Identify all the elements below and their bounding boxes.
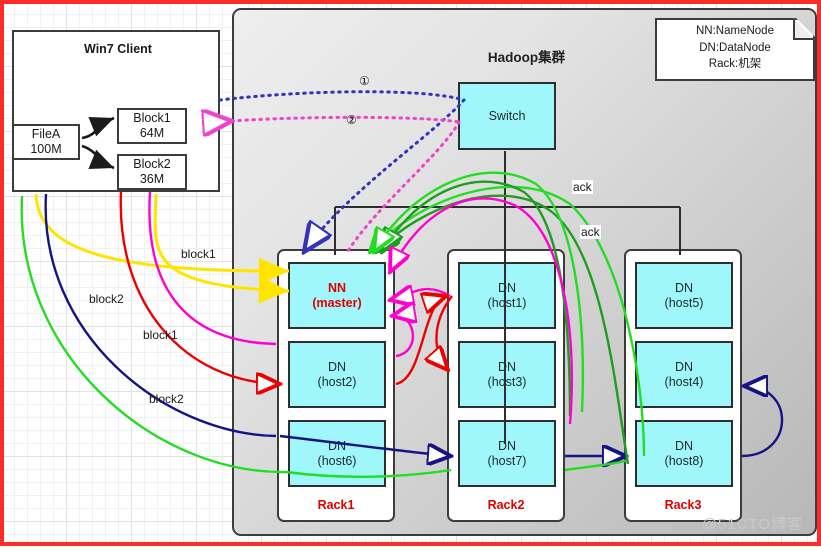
block2-name: Block2	[133, 157, 171, 171]
step-1-marker: ①	[359, 74, 370, 88]
legend-line-nn: NN:NameNode	[696, 25, 774, 37]
node-line1: DN	[674, 359, 694, 374]
block2-box: Block2 36M	[117, 154, 187, 190]
rack-3-label: Rack3	[664, 498, 702, 512]
block2-size: 36M	[139, 172, 165, 186]
node-line1: DN	[674, 280, 694, 295]
label-block1-yellow: block1	[181, 247, 216, 261]
diagram-canvas: Hadoop集群 NN:NameNode DN:DataNode Rack:机架…	[0, 0, 821, 546]
file-a-size: 100M	[30, 142, 62, 156]
node-line1: DN	[497, 438, 517, 453]
file-a-box: FileA 100M	[12, 124, 80, 160]
node-line2: (host8)	[664, 453, 704, 468]
node-dn-host8: DN (host8)	[635, 420, 733, 487]
node-dn-host6: DN (host6)	[288, 420, 386, 487]
rack-2: DN (host1) DN (host3) DN (host7) Rack2	[447, 249, 565, 522]
label-block2-yellow: block2	[89, 292, 124, 306]
legend-line-rack: Rack:机架	[708, 58, 762, 70]
label-block2-navy: block2	[149, 392, 184, 406]
block1-size: 64M	[139, 126, 165, 140]
block1-box: Block1 64M	[117, 108, 187, 144]
label-ack-1: ack	[572, 180, 593, 194]
client-title: Win7 Client	[84, 42, 152, 56]
node-dn-host2: DN (host2)	[288, 341, 386, 408]
node-line2: (master)	[312, 295, 362, 310]
node-dn-host4: DN (host4)	[635, 341, 733, 408]
win7-client-panel: Win7 Client	[12, 30, 220, 192]
rack-2-label: Rack2	[487, 498, 525, 512]
label-block1-red: block1	[143, 328, 178, 342]
node-line2: (host5)	[664, 295, 704, 310]
node-line1: DN	[327, 359, 347, 374]
node-line1: DN	[327, 438, 347, 453]
node-dn-host1: DN (host1)	[458, 262, 556, 329]
node-line1: DN	[497, 280, 517, 295]
node-line1: DN	[674, 438, 694, 453]
legend-note-text: NN:NameNode DN:DataNode Rack:机架	[655, 23, 815, 73]
node-line1: DN	[497, 359, 517, 374]
legend-note: NN:NameNode DN:DataNode Rack:机架	[655, 18, 815, 81]
block1-name: Block1	[133, 111, 171, 125]
node-line2: (host6)	[317, 453, 357, 468]
legend-line-dn: DN:DataNode	[699, 41, 771, 54]
node-line2: (host3)	[487, 374, 527, 389]
node-dn-host5: DN (host5)	[635, 262, 733, 329]
rack-1: NN (master) DN (host2) DN (host6) Rack1	[277, 249, 395, 522]
node-dn-host7: DN (host7)	[458, 420, 556, 487]
switch-label: Switch	[488, 109, 526, 123]
node-dn-host3: DN (host3)	[458, 341, 556, 408]
node-nn-master: NN (master)	[288, 262, 386, 329]
node-line2: (host4)	[664, 374, 704, 389]
rack-3: DN (host5) DN (host4) DN (host8) Rack3	[624, 249, 742, 522]
node-line2: (host2)	[317, 374, 357, 389]
node-line2: (host7)	[487, 453, 527, 468]
step-2-marker: ②	[346, 113, 357, 127]
watermark: @51CTO博客	[701, 516, 803, 533]
file-a-name: FileA	[31, 127, 61, 141]
rack-1-label: Rack1	[317, 498, 355, 512]
node-line1: NN	[327, 280, 347, 295]
label-ack-2: ack	[580, 225, 601, 239]
switch-node: Switch	[458, 82, 556, 150]
node-line2: (host1)	[487, 295, 527, 310]
